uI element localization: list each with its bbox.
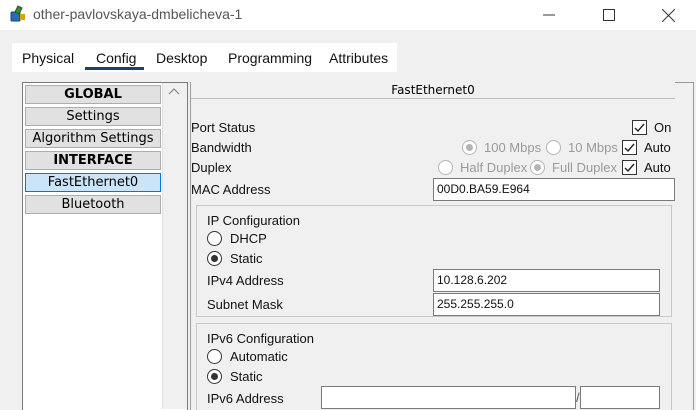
ipv6-automatic-label: Automatic bbox=[230, 349, 288, 364]
sidebar-header-global: GLOBAL bbox=[25, 85, 161, 104]
active-tab-indicator bbox=[85, 67, 144, 70]
sidebar-item-settings[interactable]: Settings bbox=[25, 107, 161, 126]
tab-config[interactable]: Config bbox=[96, 50, 136, 66]
port-status-label: Port Status bbox=[191, 120, 256, 135]
tab-desktop[interactable]: Desktop bbox=[156, 50, 207, 66]
tab-physical[interactable]: Physical bbox=[22, 50, 74, 66]
sidebar-item-fastethernet0[interactable]: FastEthernet0 bbox=[25, 173, 161, 192]
duplex-auto-label: Auto bbox=[644, 160, 671, 175]
bandwidth-10-radio[interactable] bbox=[546, 140, 561, 155]
bandwidth-100-radio[interactable] bbox=[462, 140, 477, 155]
duplex-auto-checkbox[interactable] bbox=[622, 160, 637, 175]
maximize-icon bbox=[603, 9, 615, 21]
static-ipv4-radio[interactable] bbox=[207, 251, 222, 266]
static-ipv4-label: Static bbox=[230, 251, 263, 266]
ipv4-address-field[interactable]: 10.128.6.202 bbox=[433, 269, 660, 292]
checkmark-icon bbox=[634, 123, 645, 133]
checkmark-icon bbox=[624, 163, 635, 173]
static-ipv6-radio[interactable] bbox=[207, 369, 222, 384]
static-ipv6-label: Static bbox=[230, 369, 263, 384]
mac-address-field[interactable]: 00D0.BA59.E964 bbox=[433, 178, 675, 201]
duplex-label: Duplex bbox=[191, 160, 232, 175]
ipv6-address-field[interactable] bbox=[321, 386, 576, 409]
bandwidth-auto-label: Auto bbox=[644, 140, 671, 155]
port-status-checkbox[interactable] bbox=[632, 120, 647, 135]
close-icon bbox=[661, 8, 675, 22]
ipv6-config-title: IPv6 Configuration bbox=[207, 331, 314, 346]
sidebar-header-interface: INTERFACE bbox=[25, 151, 161, 170]
scroll-up-icon[interactable] bbox=[167, 87, 181, 99]
port-status-on-label: On bbox=[654, 120, 672, 135]
close-button[interactable] bbox=[645, 0, 691, 30]
duplex-half-radio[interactable] bbox=[438, 160, 453, 175]
ipv6-prefix-field[interactable] bbox=[580, 386, 660, 409]
window-title: other-pavlovskaya-dmbelicheva-1 bbox=[33, 6, 243, 22]
ipv4-config-title: IP Configuration bbox=[207, 213, 300, 228]
panel-title: FastEthernet0 bbox=[191, 82, 675, 99]
maximize-button[interactable] bbox=[586, 0, 632, 30]
dhcp-label: DHCP bbox=[230, 231, 267, 246]
bandwidth-auto-checkbox[interactable] bbox=[622, 140, 637, 155]
sidebar-scrollbar[interactable] bbox=[162, 83, 187, 409]
duplex-half-label: Half Duplex bbox=[460, 160, 528, 175]
app-icon bbox=[9, 5, 27, 23]
bandwidth-10-label: 10 Mbps bbox=[568, 140, 618, 155]
bandwidth-label: Bandwidth bbox=[191, 140, 252, 155]
checkmark-icon bbox=[624, 143, 635, 153]
ipv4-address-label: IPv4 Address bbox=[207, 273, 284, 288]
subnet-mask-label: Subnet Mask bbox=[207, 297, 283, 312]
ipv6-automatic-radio[interactable] bbox=[207, 349, 222, 364]
duplex-full-label: Full Duplex bbox=[552, 160, 618, 175]
sidebar-item-bluetooth[interactable]: Bluetooth bbox=[25, 195, 161, 214]
mac-address-label: MAC Address bbox=[191, 182, 271, 197]
ipv6-address-label: IPv6 Address bbox=[207, 391, 284, 406]
duplex-full-radio[interactable] bbox=[530, 160, 545, 175]
minimize-icon bbox=[543, 14, 555, 16]
tab-programming[interactable]: Programming bbox=[228, 50, 312, 66]
sidebar-item-algorithm-settings[interactable]: Algorithm Settings bbox=[25, 129, 161, 148]
bandwidth-100-label: 100 Mbps bbox=[484, 140, 542, 155]
dhcp-radio[interactable] bbox=[207, 231, 222, 246]
tab-attributes[interactable]: Attributes bbox=[329, 50, 388, 66]
minimize-button[interactable] bbox=[526, 0, 572, 30]
subnet-mask-field[interactable]: 255.255.255.0 bbox=[433, 293, 660, 316]
